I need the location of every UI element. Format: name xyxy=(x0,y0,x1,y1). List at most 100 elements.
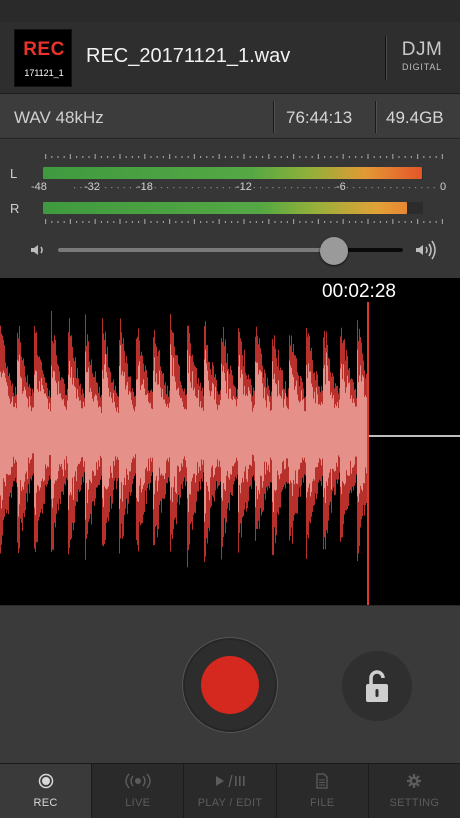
meter-tick xyxy=(169,219,171,224)
scale-label: -18 xyxy=(137,181,153,193)
meter-tick xyxy=(237,156,239,158)
meter-tick xyxy=(181,221,183,223)
meter-tick xyxy=(429,156,431,158)
info-divider xyxy=(273,101,274,133)
meter-tick xyxy=(441,154,443,159)
meter-tick xyxy=(231,221,233,223)
tab-label: FILE xyxy=(309,797,335,809)
meter-tick xyxy=(268,154,270,159)
meter-tick xyxy=(274,156,276,158)
meter-tick xyxy=(100,221,102,223)
info-bar: WAV 48kHz 76:44:13 49.4GB xyxy=(0,95,460,139)
record-icon xyxy=(0,773,91,793)
meter-tick xyxy=(69,154,71,159)
meter-tick xyxy=(169,154,171,159)
meter-tick xyxy=(69,219,71,224)
tab-label: LIVE xyxy=(125,797,151,809)
meter-tick xyxy=(348,156,350,158)
rec-badge: REC 171121_1 xyxy=(14,29,72,87)
meter-tick xyxy=(94,154,96,159)
meter-tick xyxy=(324,221,326,223)
meter-tick xyxy=(293,219,295,224)
tab-rec[interactable]: REC xyxy=(0,764,93,818)
tab-live[interactable]: LIVE xyxy=(92,764,185,818)
meter-tick xyxy=(150,156,152,158)
meter-tick xyxy=(336,221,338,223)
left-level-meter xyxy=(43,167,422,179)
meter-tick xyxy=(342,154,344,159)
meter-tick xyxy=(243,154,245,159)
meter-tick xyxy=(187,156,189,158)
volume-slider-thumb[interactable] xyxy=(320,237,348,265)
tab-setting[interactable]: SETTING xyxy=(369,764,460,818)
meter-tick xyxy=(404,156,406,158)
meter-tick xyxy=(317,154,319,159)
meter-tick xyxy=(299,156,301,158)
meter-tick xyxy=(311,221,313,223)
audio-format: WAV 48kHz xyxy=(14,108,104,127)
play-pause-icon xyxy=(184,773,275,793)
meter-tick xyxy=(150,221,152,223)
meter-tick xyxy=(293,154,295,159)
record-button[interactable] xyxy=(182,637,278,733)
meter-tick xyxy=(218,154,220,159)
meter-tick xyxy=(249,156,251,158)
meter-tick xyxy=(100,156,102,158)
meter-scale: -48 -32 -18 -12 -6 0 xyxy=(0,180,460,196)
meter-tick xyxy=(249,221,251,223)
meter-tick xyxy=(45,219,47,224)
remaining-time: 76:44:13 xyxy=(286,108,353,127)
meter-tick xyxy=(88,221,90,223)
rec-badge-sublabel: 171121_1 xyxy=(24,68,64,78)
meter-tick xyxy=(317,219,319,224)
lock-button[interactable] xyxy=(342,651,412,721)
meter-tick xyxy=(57,156,59,158)
meter-tick xyxy=(224,156,226,158)
meter-tick xyxy=(398,156,400,158)
meter-tick xyxy=(355,156,357,158)
waveform-view[interactable]: 00:02:28 xyxy=(0,278,460,605)
meter-tick xyxy=(119,219,121,224)
meter-tick xyxy=(367,154,369,159)
meter-tick xyxy=(386,221,388,223)
tab-play-edit[interactable]: PLAY / EDIT xyxy=(184,764,277,818)
title-divider xyxy=(385,36,386,80)
meter-tick xyxy=(144,154,146,159)
meter-tick xyxy=(76,156,78,158)
meter-tick xyxy=(262,156,264,158)
broadcast-icon xyxy=(92,773,183,793)
status-bar xyxy=(0,0,460,22)
meter-tick xyxy=(119,154,121,159)
playhead[interactable] xyxy=(367,302,369,605)
meter-tick xyxy=(125,221,127,223)
meter-tick xyxy=(379,156,381,158)
meter-tick xyxy=(51,221,53,223)
meter-tick xyxy=(88,156,90,158)
left-channel-label: L xyxy=(10,166,18,181)
meter-tick xyxy=(404,221,406,223)
title-bar: REC 171121_1 REC_20171121_1.wav DJM DIGI… xyxy=(0,22,460,94)
meter-tick xyxy=(193,154,195,159)
brand-logo: DJM DIGITAL xyxy=(392,39,452,72)
right-channel-label: R xyxy=(10,201,20,216)
meter-tick xyxy=(206,221,208,223)
meter-tick xyxy=(156,221,158,223)
tab-file[interactable]: FILE xyxy=(277,764,369,818)
meter-tick xyxy=(243,219,245,224)
meter-tick xyxy=(94,219,96,224)
meter-tick xyxy=(231,156,233,158)
record-dot-icon xyxy=(201,656,259,714)
meter-tick xyxy=(212,156,214,158)
meter-tick xyxy=(63,221,65,223)
meter-tick xyxy=(162,156,164,158)
meter-tick xyxy=(423,221,425,223)
tab-label: REC xyxy=(33,797,58,809)
meter-tick xyxy=(162,221,164,223)
meter-tick xyxy=(45,154,47,159)
meter-tick xyxy=(299,221,301,223)
meter-tick xyxy=(361,221,363,223)
meter-tick xyxy=(206,156,208,158)
meter-tick xyxy=(286,156,288,158)
meter-tick xyxy=(367,219,369,224)
meter-tick xyxy=(274,221,276,223)
